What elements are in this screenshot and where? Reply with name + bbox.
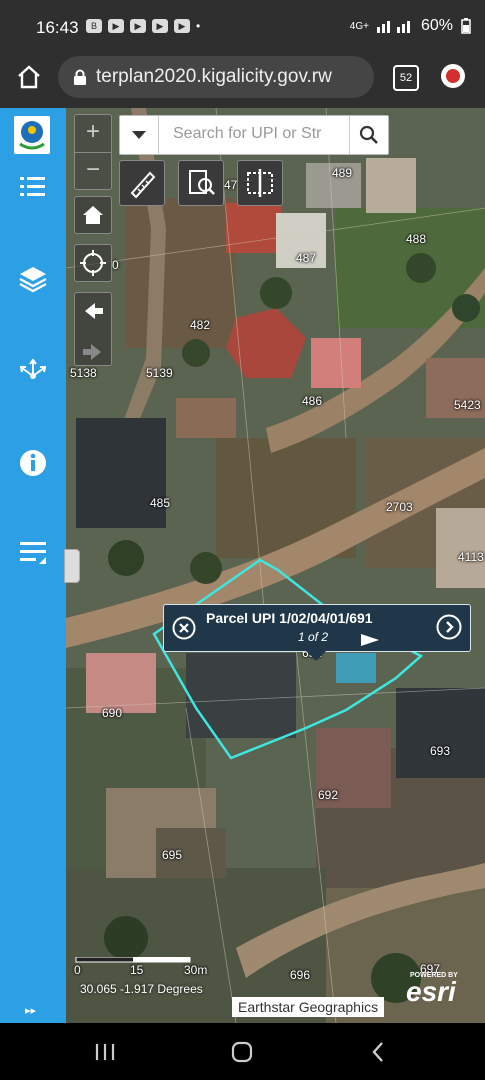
address-bar[interactable]: terplan2020.kigalicity.gov.rw — [58, 56, 374, 98]
locate-button[interactable] — [74, 244, 112, 282]
parcel-label: 696 — [290, 968, 311, 982]
search-widget: Search for UPI or Str — [119, 115, 389, 155]
arrow-right-icon[interactable] — [75, 334, 111, 370]
battery-level: 60% — [420, 17, 453, 34]
share-icon[interactable] — [18, 356, 48, 386]
zoom-in-button[interactable]: + — [75, 115, 111, 152]
default-extent-button[interactable] — [74, 196, 112, 234]
parcel-label: 47 — [224, 178, 238, 192]
sidebar-toggle-handle[interactable] — [64, 549, 80, 583]
home-icon[interactable] — [16, 64, 42, 90]
clock: 16:43 — [36, 18, 79, 37]
status-bar: 16:43 B ▶ ▶ ▶ ▶ • 4G+ 60% — [0, 0, 485, 50]
parcel-popup: Parcel UPI 1/02/04/01/691 1 of 2 — [163, 604, 471, 661]
collapse-sidebar-button[interactable]: ▸▸ — [25, 1004, 36, 1017]
split-view-icon — [247, 169, 273, 197]
list-icon[interactable] — [18, 172, 48, 202]
parcel-label: 482 — [190, 318, 211, 332]
parcel-label: 489 — [332, 166, 353, 180]
parcel-label: 2703 — [386, 500, 413, 514]
kigali-logo — [14, 116, 50, 154]
scale-label: 15 — [130, 963, 144, 977]
youtube-icon: ▶ — [108, 19, 124, 33]
layers-icon[interactable] — [18, 264, 48, 294]
coordinates-readout: 30.065 -1.917 Degrees — [80, 982, 203, 996]
parcel-label: 690 — [102, 706, 123, 720]
parcel-label: 487 — [296, 251, 317, 265]
more-notifications-icon: • — [196, 19, 201, 33]
parcel-label: 0 — [112, 258, 119, 272]
extent-navigation — [74, 292, 112, 366]
browser-toolbar: terplan2020.kigalicity.gov.rw 52 — [0, 50, 485, 108]
signal-icon — [376, 21, 410, 33]
powered-by-label: POWERED BY — [410, 972, 458, 979]
zoom-control: + − — [74, 114, 112, 190]
esri-wordmark: esri — [406, 976, 456, 1007]
parcel-label: 692 — [318, 788, 339, 802]
lock-icon[interactable] — [72, 69, 88, 85]
parcel-label: 486 — [302, 394, 323, 408]
parcel-label: 4113 — [458, 550, 484, 564]
battery-icon — [461, 18, 471, 34]
parcel-label: 488 — [406, 232, 427, 246]
youtube-icon: ▶ — [174, 19, 190, 33]
youtube-icon: ▶ — [152, 19, 168, 33]
home-icon — [83, 206, 103, 224]
attribution: Earthstar Geographics — [232, 997, 385, 1017]
chevron-right-icon[interactable] — [436, 614, 462, 640]
search-button[interactable] — [349, 116, 388, 154]
popup-pager: 1 of 2 — [298, 630, 329, 644]
search-icon — [359, 125, 378, 144]
popup-title: Parcel UPI 1/02/04/01/691 — [206, 610, 373, 626]
browser-menu-button[interactable] — [441, 64, 465, 88]
esri-logo: POWERED BY esri — [406, 972, 458, 1008]
caret-down-icon — [132, 131, 146, 139]
parcel-label: 485 — [150, 496, 171, 510]
swipe-compare-button[interactable] — [237, 160, 283, 206]
parcel-label: 693 — [430, 744, 451, 758]
scale-label: 30m — [184, 963, 208, 977]
parcel-label: 5139 — [146, 366, 173, 380]
youtube-icon: ▶ — [130, 19, 146, 33]
document-search-icon — [189, 170, 215, 195]
search-input[interactable]: Search for UPI or Str — [159, 116, 349, 154]
zoom-out-button[interactable]: − — [75, 152, 111, 190]
notification-icons: B ▶ ▶ ▶ ▶ • — [86, 19, 200, 33]
sidebar: ▸▸ — [0, 108, 66, 1023]
parcel-label: 695 — [162, 848, 183, 862]
url-text[interactable]: terplan2020.kigalicity.gov.rw — [96, 66, 332, 88]
locate-icon — [80, 250, 106, 276]
search-source-dropdown[interactable] — [120, 116, 159, 154]
play-icon[interactable] — [361, 634, 379, 646]
back-icon[interactable] — [366, 1039, 392, 1065]
ruler-icon — [130, 171, 156, 199]
network-type: 4G+ — [349, 20, 369, 32]
b-app-icon: B — [86, 19, 102, 33]
recent-apps-icon[interactable] — [92, 1039, 118, 1065]
map-view[interactable]: 489 488 487 47 0 482 5138 5139 486 5423 … — [66, 108, 485, 1023]
system-nav-bar — [0, 1023, 485, 1080]
tab-switcher-button[interactable]: 52 — [393, 65, 419, 91]
info-icon[interactable] — [18, 448, 48, 478]
close-icon[interactable] — [172, 616, 196, 640]
measure-button[interactable] — [119, 160, 165, 206]
parcel-label: 5423 — [454, 398, 481, 412]
identify-button[interactable] — [178, 160, 224, 206]
home-button-icon[interactable] — [229, 1039, 255, 1065]
menu-edit-icon[interactable] — [18, 538, 48, 568]
scale-label: 0 — [74, 963, 81, 977]
arrow-left-icon[interactable] — [75, 293, 111, 329]
